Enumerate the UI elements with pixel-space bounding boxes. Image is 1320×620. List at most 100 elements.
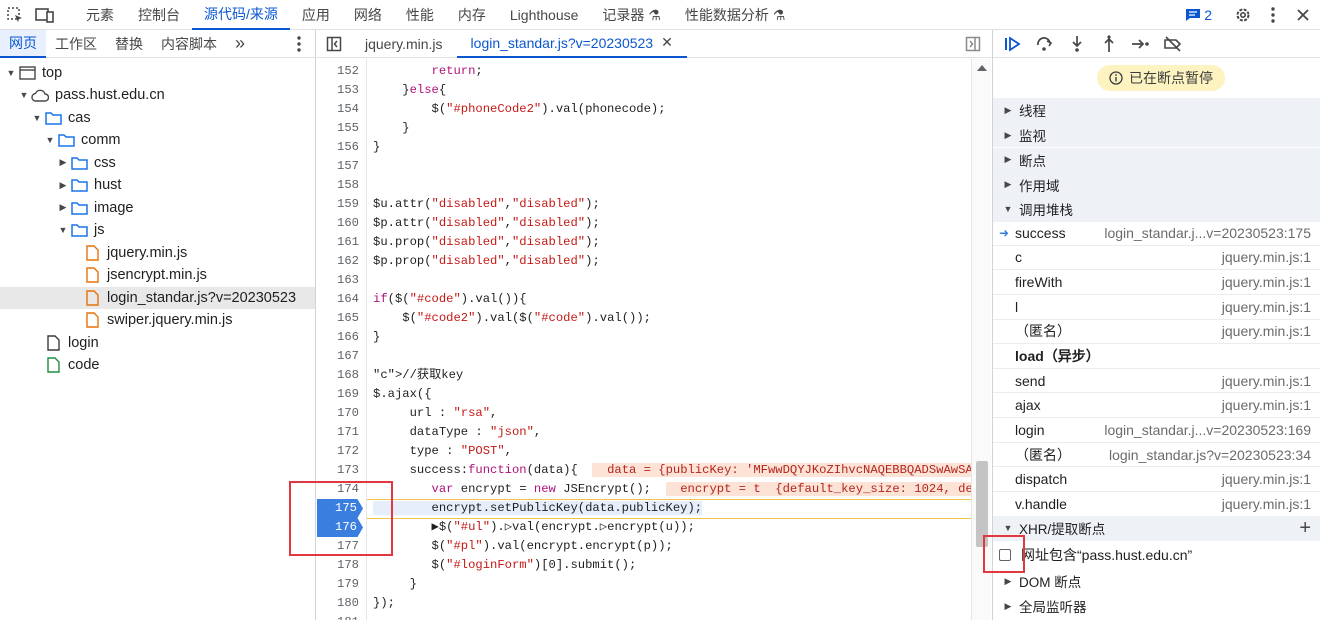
code-line[interactable]: }: [373, 138, 380, 157]
add-breakpoint-icon[interactable]: +: [1299, 517, 1311, 540]
line-number[interactable]: 154: [317, 100, 365, 119]
expanded-triangle-icon[interactable]: ▼: [58, 225, 68, 235]
expanded-triangle-icon[interactable]: ▼: [32, 113, 42, 123]
more-tabs-button[interactable]: »: [226, 30, 254, 58]
call-frame[interactable]: send jquery.min.js:1: [993, 369, 1320, 394]
collapsed-triangle-icon[interactable]: ▶: [1003, 105, 1013, 116]
code-line[interactable]: url : "rsa",: [373, 404, 498, 423]
tree-item[interactable]: login: [32, 332, 99, 355]
code-line[interactable]: $.ajax({: [373, 385, 432, 404]
line-number[interactable]: 163: [317, 271, 365, 290]
line-number[interactable]: 162: [317, 252, 365, 271]
deactivate-breakpoints-icon[interactable]: [1163, 34, 1183, 54]
tab-content-scripts[interactable]: 内容脚本: [152, 30, 226, 58]
step-icon[interactable]: [1131, 34, 1151, 54]
code-line[interactable]: ▶$("#ul").▷val(encrypt.▷encrypt(u));: [373, 518, 695, 537]
code-editor[interactable]: 152 153 154 155 156 157 158 159 160 161 162 163 164 1…: [317, 59, 971, 620]
line-number[interactable]: 160: [317, 214, 365, 233]
tab-overrides[interactable]: 替换: [106, 30, 152, 58]
tree-item[interactable]: ▼ top: [6, 62, 63, 85]
code-line[interactable]: $("#code2").val($("#code").val());: [373, 309, 651, 328]
collapsed-triangle-icon[interactable]: ▶: [1003, 154, 1013, 165]
frame-location[interactable]: jquery.min.js:1: [1222, 397, 1311, 413]
line-number[interactable]: 168: [317, 366, 365, 385]
collapsed-triangle-icon[interactable]: ▶: [1003, 601, 1013, 612]
line-number[interactable]: 173: [317, 461, 365, 480]
tree-item[interactable]: jsencrypt.min.js: [71, 264, 207, 287]
tree-item[interactable]: jquery.min.js: [71, 242, 187, 265]
tab-elements[interactable]: 元素: [74, 0, 126, 30]
device-toggle-icon[interactable]: [30, 0, 60, 30]
tab-page[interactable]: 网页: [0, 29, 46, 58]
line-number[interactable]: 153: [317, 81, 365, 100]
call-frame[interactable]: c jquery.min.js:1: [993, 246, 1320, 271]
code-line[interactable]: }: [373, 119, 409, 138]
code-line[interactable]: dataType : "json",: [373, 423, 542, 442]
section-header[interactable]: ▶ 监视: [993, 122, 1320, 148]
frame-location[interactable]: login_standar.j...v=20230523:169: [1104, 422, 1311, 438]
call-frame[interactable]: login login_standar.j...v=20230523:169: [993, 418, 1320, 443]
line-number[interactable]: 165: [317, 309, 365, 328]
collapsed-triangle-icon[interactable]: ▶: [1003, 179, 1013, 190]
tab-performance-insights[interactable]: 性能数据分析 ⚗: [673, 0, 797, 30]
code-line[interactable]: $("#phoneCode2").val(phonecode);: [373, 100, 666, 119]
code-line[interactable]: });: [373, 594, 395, 613]
expanded-triangle-icon[interactable]: ▼: [45, 135, 55, 145]
tab-workspace[interactable]: 工作区: [46, 30, 106, 58]
tab-lighthouse[interactable]: Lighthouse: [498, 0, 591, 30]
code-line[interactable]: type : "POST",: [373, 442, 512, 461]
tab-application[interactable]: 应用: [290, 0, 342, 30]
line-number[interactable]: 159: [317, 195, 365, 214]
section-header[interactable]: ▶ 断点: [993, 147, 1320, 173]
tab-sources[interactable]: 源代码/来源: [192, 0, 290, 30]
frame-location[interactable]: jquery.min.js:1: [1222, 274, 1311, 290]
call-frame[interactable]: v.handle jquery.min.js:1: [993, 492, 1320, 517]
editor-tab-login-standar[interactable]: login_standar.js?v=20230523 ✕: [456, 30, 687, 58]
call-frame[interactable]: l jquery.min.js:1: [993, 295, 1320, 320]
line-number[interactable]: 155: [317, 119, 365, 138]
section-header[interactable]: ▼ XHR/提取断点 +: [993, 516, 1320, 541]
frame-location[interactable]: jquery.min.js:1: [1222, 373, 1311, 389]
line-number[interactable]: 156: [317, 138, 365, 157]
line-number[interactable]: 158: [317, 176, 365, 195]
tab-console[interactable]: 控制台: [126, 0, 192, 30]
navigator-menu-icon[interactable]: [297, 36, 301, 55]
settings-gear-icon[interactable]: [1228, 0, 1258, 30]
section-header[interactable]: ▼ 调用堆栈: [993, 197, 1320, 222]
call-frame[interactable]: load（异步）: [993, 344, 1320, 369]
frame-location[interactable]: jquery.min.js:1: [1222, 249, 1311, 265]
line-number[interactable]: 157: [317, 157, 365, 176]
frame-location[interactable]: login_standar.js?v=20230523:34: [1109, 447, 1311, 463]
tree-item[interactable]: ▼ js: [58, 219, 105, 242]
tree-item[interactable]: ▶ image: [58, 197, 134, 220]
issues-badge[interactable]: 2: [1175, 7, 1222, 23]
call-frame[interactable]: ajax jquery.min.js:1: [993, 394, 1320, 419]
line-number[interactable]: 170: [317, 404, 365, 423]
close-icon[interactable]: [1288, 0, 1318, 30]
line-number[interactable]: 166: [317, 328, 365, 347]
tree-item[interactable]: ▼ comm: [45, 129, 121, 152]
code-line[interactable]: $u.attr("disabled","disabled");: [373, 195, 600, 214]
line-number[interactable]: 181: [317, 613, 365, 620]
tab-performance[interactable]: 性能: [394, 0, 446, 30]
expanded-triangle-icon[interactable]: ▼: [1003, 204, 1013, 214]
step-over-icon[interactable]: [1035, 34, 1055, 54]
code-line[interactable]: }else{: [373, 81, 446, 100]
expanded-triangle-icon[interactable]: ▼: [1003, 523, 1013, 533]
code-line[interactable]: }: [373, 328, 380, 347]
frame-location[interactable]: jquery.min.js:1: [1222, 299, 1311, 315]
collapsed-triangle-icon[interactable]: ▶: [58, 180, 68, 191]
tree-item[interactable]: ▼ cas: [32, 107, 91, 130]
code-line[interactable]: $p.attr("disabled","disabled");: [373, 214, 600, 233]
line-number[interactable]: 169: [317, 385, 365, 404]
line-number[interactable]: 161: [317, 233, 365, 252]
tree-item[interactable]: code: [32, 354, 99, 377]
collapsed-triangle-icon[interactable]: ▶: [58, 202, 68, 213]
frame-location[interactable]: login_standar.j...v=20230523:175: [1104, 225, 1311, 241]
tree-item[interactable]: swiper.jquery.min.js: [71, 309, 232, 332]
line-number[interactable]: 180: [317, 594, 365, 613]
step-out-icon[interactable]: [1099, 34, 1119, 54]
code-line[interactable]: "c">//获取key: [373, 366, 463, 385]
tab-network[interactable]: 网络: [342, 0, 394, 30]
call-frame[interactable]: （匿名） jquery.min.js:1: [993, 320, 1320, 345]
